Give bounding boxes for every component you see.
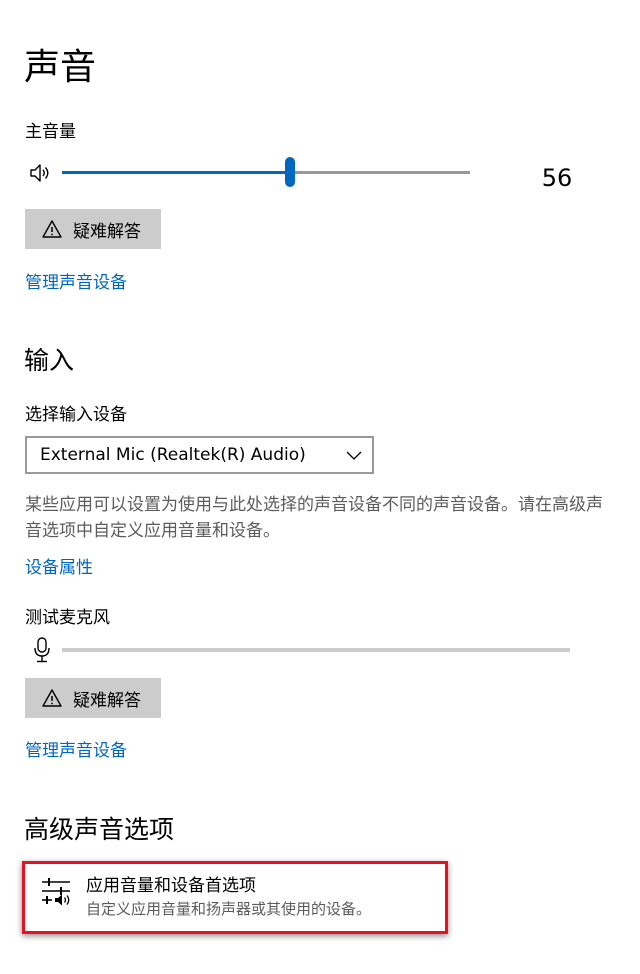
page-title: 声音 — [24, 47, 97, 88]
speaker-icon[interactable] — [29, 162, 51, 184]
microphone-level-meter — [62, 648, 570, 652]
microphone-icon — [34, 637, 50, 663]
troubleshoot-button-input[interactable]: 疑难解答 — [25, 678, 161, 718]
input-section-title: 输入 — [24, 346, 75, 375]
slider-track-fill — [62, 171, 291, 174]
app-volume-subtitle: 自定义应用音量和扬声器或其使用的设备。 — [86, 900, 372, 918]
advanced-sound-options-title: 高级声音选项 — [24, 815, 175, 844]
warning-icon — [42, 220, 62, 238]
input-device-description: 某些应用可以设置为使用与此处选择的声音设备不同的声音设备。请在高级声音选项中自定… — [25, 495, 603, 541]
troubleshoot-button-output[interactable]: 疑难解答 — [25, 209, 161, 249]
volume-value: 56 — [541, 164, 573, 192]
slider-thumb[interactable] — [285, 157, 296, 187]
warning-icon — [42, 689, 62, 707]
app-volume-title: 应用音量和设备首选项 — [86, 876, 256, 896]
test-microphone-label: 测试麦克风 — [25, 608, 110, 628]
manage-sound-devices-link-output[interactable]: 管理声音设备 — [25, 271, 127, 295]
manage-sound-devices-link-input[interactable]: 管理声音设备 — [25, 739, 127, 763]
master-volume-slider[interactable] — [62, 157, 470, 189]
troubleshoot-button-label: 疑难解答 — [73, 690, 141, 711]
device-properties-link[interactable]: 设备属性 — [25, 556, 93, 580]
equalizer-sliders-icon — [42, 878, 70, 906]
troubleshoot-button-label: 疑难解答 — [73, 221, 141, 242]
input-device-select[interactable]: External Mic (Realtek(R) Audio) — [25, 436, 374, 474]
master-volume-label: 主音量 — [25, 122, 76, 142]
app-volume-device-preferences-item[interactable]: 应用音量和设备首选项 自定义应用音量和扬声器或其使用的设备。 — [22, 861, 448, 934]
chevron-down-icon — [346, 451, 362, 460]
choose-input-device-label: 选择输入设备 — [25, 405, 127, 425]
input-device-selected-value: External Mic (Realtek(R) Audio) — [40, 445, 306, 465]
